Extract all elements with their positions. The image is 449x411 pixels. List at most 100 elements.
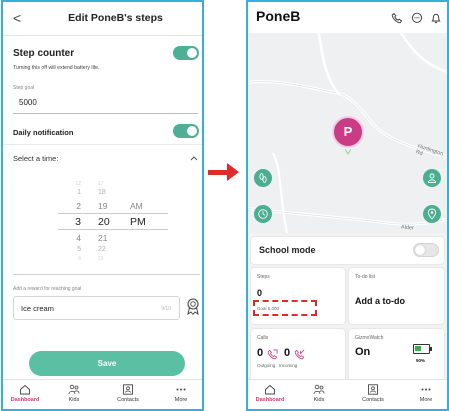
kids-icon xyxy=(313,384,325,395)
bottom-nav: Dashboard Kids Contacts More xyxy=(3,379,202,409)
battery-percent: 50% xyxy=(416,358,426,363)
minute-option[interactable]: 17 xyxy=(98,181,118,187)
step-goal-input[interactable]: 5000 xyxy=(19,98,37,107)
incoming-count: 0 xyxy=(284,347,291,359)
steps-map-button[interactable] xyxy=(254,169,272,187)
todo-card[interactable]: To-do list Add a to-do xyxy=(349,268,444,324)
nav-label: More xyxy=(174,397,188,403)
minute-option[interactable]: 22 xyxy=(98,246,118,253)
minute-option[interactable]: 21 xyxy=(98,233,118,243)
reward-value: Ice cream xyxy=(21,304,54,313)
nav-label: Dashboard xyxy=(255,397,285,403)
minute-option[interactable]: 23 xyxy=(98,256,118,262)
hour-selected[interactable]: 3 xyxy=(61,216,81,228)
daily-notification-title: Daily notification xyxy=(13,128,74,137)
step-goal-label: Step goal xyxy=(13,85,35,91)
minute-selected[interactable]: 20 xyxy=(98,216,118,228)
nav-label: Dashboard xyxy=(10,397,40,403)
home-icon xyxy=(265,384,275,395)
nav-item-contacts[interactable]: Contacts xyxy=(353,384,393,403)
bottom-nav: Dashboard Kids Contacts More xyxy=(248,379,447,409)
kid-initial: P xyxy=(343,124,353,139)
hour-option[interactable]: 6 xyxy=(61,256,81,262)
annotation-highlight-box xyxy=(253,300,317,316)
bell-icon[interactable] xyxy=(430,11,442,24)
left-phone-screen: < Edit PoneB's steps Step counter Turnin… xyxy=(1,0,204,411)
add-todo-button[interactable]: Add a to-do xyxy=(355,296,405,306)
hour-option[interactable]: 1 xyxy=(61,189,81,196)
pm-selected[interactable]: PM xyxy=(130,216,146,228)
more-icon xyxy=(421,388,431,391)
am-option[interactable]: AM xyxy=(130,201,143,211)
calls-card[interactable]: Calls 0 0 Outgoing Incoming xyxy=(251,329,345,381)
battery-nub xyxy=(430,347,432,351)
nav-item-dashboard[interactable]: Dashboard xyxy=(5,384,45,403)
nav-item-kids[interactable]: Kids xyxy=(299,384,339,403)
battery-level xyxy=(415,346,421,351)
dashboard-cards: School mode Steps 0 Goal 5,000 To-do lis… xyxy=(248,233,447,383)
person-locate-icon xyxy=(428,173,436,183)
gizmowatch-card[interactable]: GizmoWatch On 50% xyxy=(349,329,444,381)
picker-selection-line xyxy=(58,229,168,230)
watch-status: On xyxy=(355,346,371,358)
road-label: Alder xyxy=(400,224,415,232)
incoming-label: Incoming xyxy=(279,363,298,368)
divider xyxy=(13,274,200,275)
minute-option[interactable]: 18 xyxy=(98,189,118,196)
nav-item-contacts[interactable]: Contacts xyxy=(108,384,148,403)
hour-option[interactable]: 5 xyxy=(61,246,81,253)
footsteps-icon xyxy=(259,173,267,183)
school-mode-toggle[interactable] xyxy=(413,243,439,257)
calls-label: Calls xyxy=(257,335,269,341)
nav-label: Contacts xyxy=(362,397,384,403)
home-icon xyxy=(20,384,30,395)
annotation-arrow-shaft xyxy=(208,170,228,175)
kids-icon xyxy=(68,384,80,395)
hour-option[interactable]: 4 xyxy=(61,233,81,243)
nav-item-dashboard[interactable]: Dashboard xyxy=(250,384,290,403)
marker-pin-icon xyxy=(345,149,351,155)
location-pin-icon xyxy=(427,208,437,220)
history-button[interactable] xyxy=(254,205,272,223)
nav-label: Kids xyxy=(68,397,80,403)
safe-zone-button[interactable] xyxy=(423,205,441,223)
phone-icon[interactable] xyxy=(391,11,403,24)
nav-item-kids[interactable]: Kids xyxy=(54,384,94,403)
outgoing-count: 0 xyxy=(257,347,264,359)
nav-item-more[interactable]: More xyxy=(406,384,446,403)
battery-icon xyxy=(413,344,430,354)
school-mode-title: School mode xyxy=(259,245,316,255)
dashboard-header: PoneB xyxy=(248,2,447,33)
back-button[interactable]: < xyxy=(13,10,27,26)
kid-location-marker[interactable]: P xyxy=(332,116,364,148)
todo-label: To-do list xyxy=(355,274,376,280)
chat-icon[interactable] xyxy=(411,11,423,23)
reward-input[interactable]: Ice cream 9/10 xyxy=(13,296,180,320)
reward-ribbon-icon[interactable] xyxy=(186,298,200,316)
reward-char-count: 9/10 xyxy=(161,306,171,312)
save-button[interactable]: Save xyxy=(29,351,185,376)
location-map[interactable]: Huntington Rd Alder P xyxy=(248,33,447,233)
step-goal-underline xyxy=(13,113,198,114)
step-counter-toggle[interactable] xyxy=(173,46,199,60)
contacts-icon xyxy=(123,384,133,395)
daily-notification-toggle[interactable] xyxy=(173,124,199,138)
locate-watch-button[interactable] xyxy=(423,169,441,187)
chevron-up-icon[interactable] xyxy=(189,153,199,163)
right-phone-screen: PoneB Huntington Rd Alder P School mode … xyxy=(246,0,449,411)
outgoing-label: Outgoing xyxy=(257,363,276,368)
reward-label: Add a reward for reaching goal xyxy=(13,286,82,292)
minute-option[interactable]: 19 xyxy=(98,201,118,211)
history-icon xyxy=(258,209,268,219)
page-title: Edit PoneB's steps xyxy=(68,12,163,24)
step-counter-note: Turning this off will extend battery lif… xyxy=(13,65,100,71)
nav-item-more[interactable]: More xyxy=(161,384,201,403)
school-mode-card[interactable]: School mode xyxy=(251,237,444,264)
nav-label: Kids xyxy=(313,397,325,403)
outgoing-call-icon xyxy=(267,349,278,360)
steps-card[interactable]: Steps 0 Goal 5,000 xyxy=(251,268,345,324)
nav-label: More xyxy=(419,397,433,403)
hour-option[interactable]: 12 xyxy=(61,181,81,187)
hour-option[interactable]: 2 xyxy=(61,201,81,211)
step-counter-title: Step counter xyxy=(13,48,75,59)
